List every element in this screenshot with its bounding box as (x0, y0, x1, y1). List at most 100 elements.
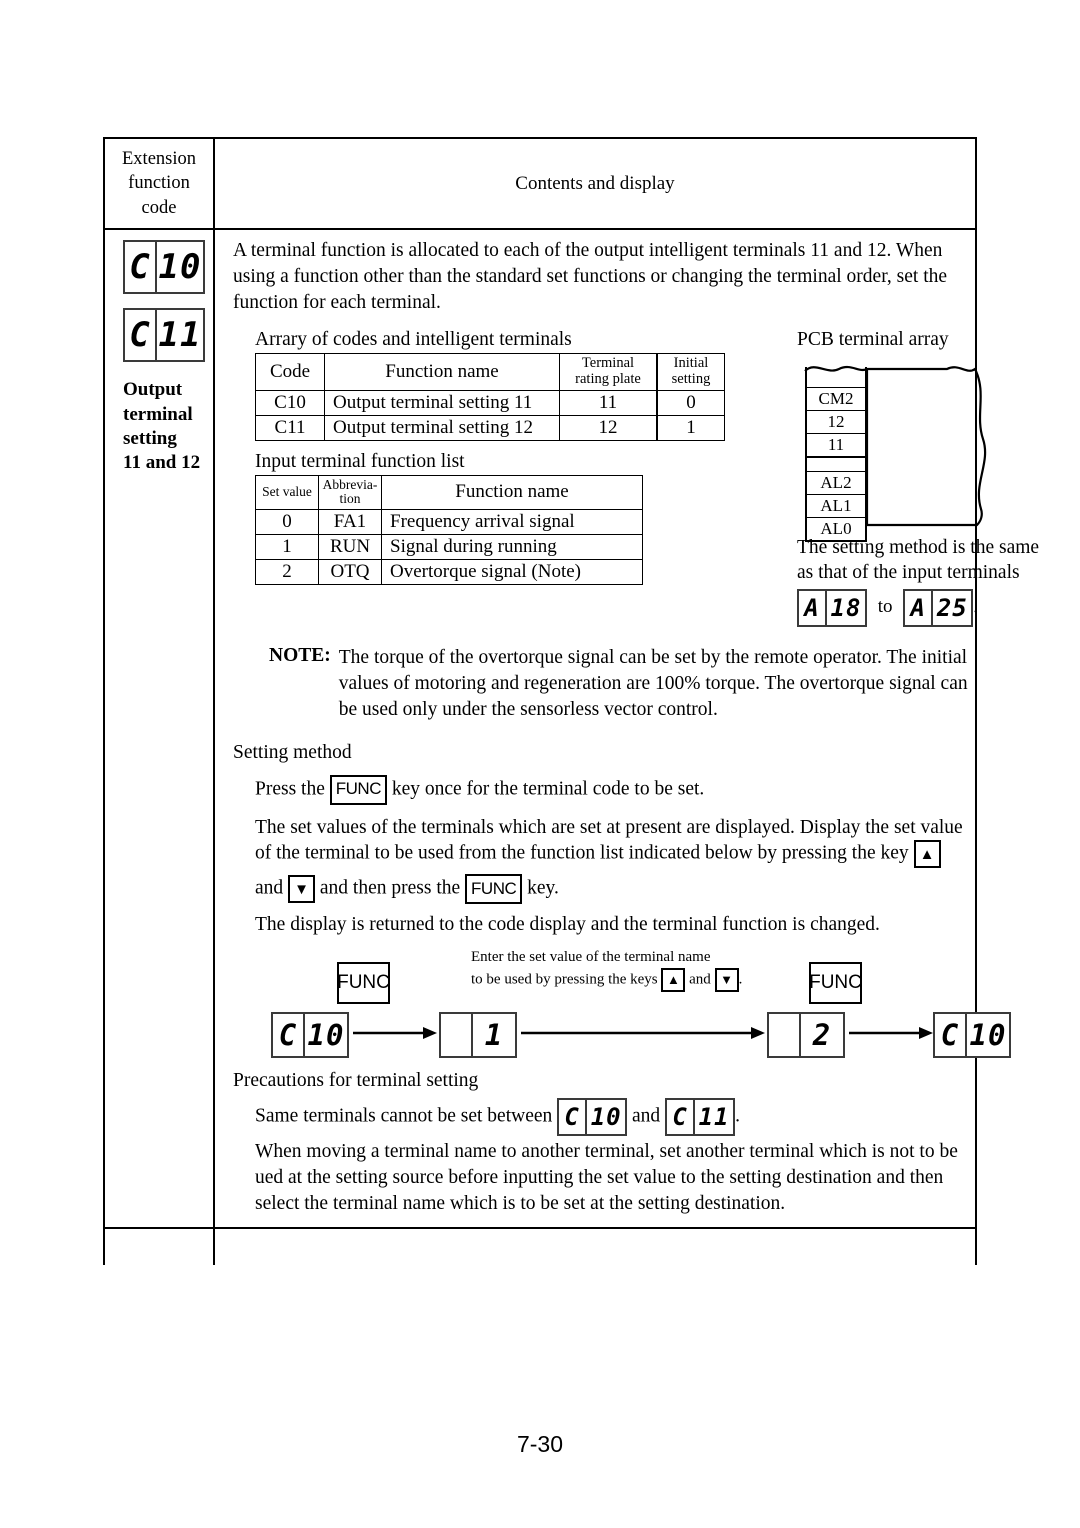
pcb-terminal-12: 12 (807, 409, 865, 433)
pcb-terminal-array-block: PCB terminal array CM2 12 11 AL2 AL1 AL0… (797, 329, 1042, 627)
table-trailing-empty-row (105, 1227, 975, 1266)
seven-segment-display-c10: C 10 (123, 240, 205, 295)
seg-cell-char2: 1 (471, 1014, 515, 1057)
setting-method-line-2-text: The set values of the terminals which ar… (255, 816, 963, 864)
down-arrow-key-button[interactable]: ▼ (714, 967, 739, 992)
table-header-row: Extension function code Contents and dis… (105, 139, 975, 229)
table-header-row: Set value Abbrevia- tion Function name (255, 474, 643, 511)
and-label-1: and (255, 877, 284, 899)
array-of-codes-table: Code Function name Terminal rating plate… (255, 352, 725, 441)
pcb-terminal-strip: CM2 12 11 AL2 AL1 AL0 (805, 366, 867, 542)
func-key-button[interactable]: FUNC (465, 874, 523, 905)
table-row: 0 FA1 Frequency arrival signal (255, 509, 643, 536)
setting-method-section: Setting method Press the FUNC key once f… (233, 740, 968, 939)
trailing-code-cell (105, 1229, 215, 1266)
th-terminal-line-2: rating plate (575, 370, 641, 387)
th-initial-line-2: setting (671, 370, 711, 387)
cell-terminal: 12 (559, 414, 658, 441)
header-extension-function-code-text: Extension function code (122, 147, 196, 220)
flow-caption-period: . (738, 971, 743, 988)
flow-display-mid-1: 1 (439, 1012, 517, 1059)
seg-cell-char2: 11 (155, 310, 203, 361)
seg-cell-char1: A (910, 593, 926, 622)
flow-caption-line-1: Enter the set value of the terminal name (471, 949, 711, 966)
cell-function-name: Output terminal setting 12 (324, 414, 560, 441)
th-function-name: Function name (324, 352, 560, 391)
header-cell-extension-function-code: Extension function code (105, 139, 215, 229)
flow-func-key-2[interactable]: FUNC (809, 962, 862, 1005)
seven-segment-display-c10: C 10 (557, 1098, 628, 1137)
pcb-terminal-al0: AL0 (807, 516, 865, 540)
seg-cell-char1: C (129, 247, 151, 288)
seven-segment-display-a25: A 25 (903, 588, 974, 627)
contents-cell: A terminal function is allocated to each… (215, 230, 1039, 1227)
flow-caption: Enter the set value of the terminal name… (471, 948, 742, 992)
header-line-3: code (141, 197, 177, 218)
func-key-button[interactable]: FUNC (337, 962, 390, 1005)
th-abbreviation: Abbrevia- tion (318, 474, 382, 511)
code-label-line-4: 11 and 12 (123, 452, 201, 474)
down-arrow-icon: ▼ (720, 972, 733, 988)
precautions-period: . (735, 1105, 740, 1127)
seg-cell-char1: A (804, 593, 820, 622)
cell-terminal: 11 (559, 389, 658, 416)
up-arrow-icon: ▲ (666, 972, 680, 988)
header-line-1: Extension (122, 149, 196, 169)
and-then-press-label: and then press the (319, 877, 461, 899)
flow-caption-line-2-text: to be used by pressing the keys (471, 971, 658, 988)
cell-function-name: Output terminal setting 11 (324, 389, 560, 416)
table-content-row: C 10 C 11 Output terminal setting 11 and… (105, 228, 1039, 1228)
header-line-2: function (128, 173, 190, 194)
tables-block: Arrary of codes and intelligent terminal… (233, 328, 725, 586)
pcb-terminal-cm2: CM2 (807, 386, 865, 410)
seg-cell-char1 (441, 1014, 471, 1056)
table-header-row: Code Function name Terminal rating plate… (255, 352, 725, 391)
func-key-button[interactable]: FUNC (329, 774, 387, 805)
pcb-note-line-2: as that of the input terminals (797, 562, 1020, 584)
pcb-code-range-line: A 18 to A 25 . (797, 588, 1042, 627)
seg-cell-char2: 25 (931, 590, 971, 625)
down-arrow-key-button[interactable]: ▼ (288, 875, 316, 904)
seven-segment-display-value-2: 2 (767, 1012, 845, 1059)
seg-cell-char1: C (278, 1017, 298, 1052)
setting-method-line-4: The display is returned to the code disp… (255, 914, 880, 936)
pcb-cell-gap (807, 455, 865, 471)
cell-code: C11 (255, 414, 325, 441)
th-abbrev-line-2: tion (339, 491, 361, 507)
table-row: 2 OTQ Overtorque signal (Note) (255, 559, 643, 586)
header-contents-text: Contents and display (515, 172, 675, 194)
cell-abbreviation: FA1 (318, 509, 382, 536)
setting-method-line-2: The set values of the terminals which ar… (255, 815, 968, 869)
precautions-line-2: When moving a terminal name to another t… (255, 1141, 958, 1215)
cell-initial: 0 (656, 389, 725, 416)
up-arrow-key-button[interactable]: ▲ (913, 840, 941, 869)
cell-abbreviation: OTQ (318, 559, 382, 586)
seven-segment-display-c11: C 11 (665, 1098, 736, 1137)
pcb-terminal-al2: AL2 (807, 470, 865, 494)
code-cell: C 10 C 11 Output terminal setting 11 and… (105, 230, 215, 1228)
seg-cell-char1: C (129, 315, 151, 356)
code-label-line-1: Output (123, 379, 183, 401)
precautions-title: Precautions for terminal setting (233, 1070, 479, 1092)
note-label: NOTE: (269, 644, 331, 666)
precautions-line-1-text: Same terminals cannot be set between (255, 1105, 553, 1127)
tables-and-pcb-region: Arrary of codes and intelligent terminal… (233, 328, 1039, 627)
cell-set-value: 2 (255, 559, 319, 586)
th-terminal-line-1: Terminal (581, 354, 635, 371)
seg-cell-char1: C (940, 1017, 960, 1052)
cell-function-name: Overtorque signal (Note) (381, 559, 643, 586)
up-arrow-key-button[interactable]: ▲ (661, 967, 686, 992)
seven-segment-display-c10: C 10 (271, 1012, 349, 1059)
cell-function-name: Frequency arrival signal (381, 509, 643, 536)
pcb-diagram: CM2 12 11 AL2 AL1 AL0 (797, 353, 1042, 542)
func-key-button[interactable]: FUNC (809, 962, 862, 1005)
flow-display-start: C 10 (271, 1012, 349, 1059)
setting-method-title: Setting method (233, 741, 352, 763)
flow-arrow-1-icon (353, 1027, 437, 1040)
array-table-title: Arrary of codes and intelligent terminal… (255, 328, 572, 350)
flow-func-key-1[interactable]: FUNC (337, 962, 390, 1005)
flow-arrow-2-icon (521, 1027, 765, 1040)
th-function-name: Function name (381, 474, 643, 511)
and-label: and (689, 971, 711, 988)
seg-cell-char1: C (672, 1103, 688, 1132)
